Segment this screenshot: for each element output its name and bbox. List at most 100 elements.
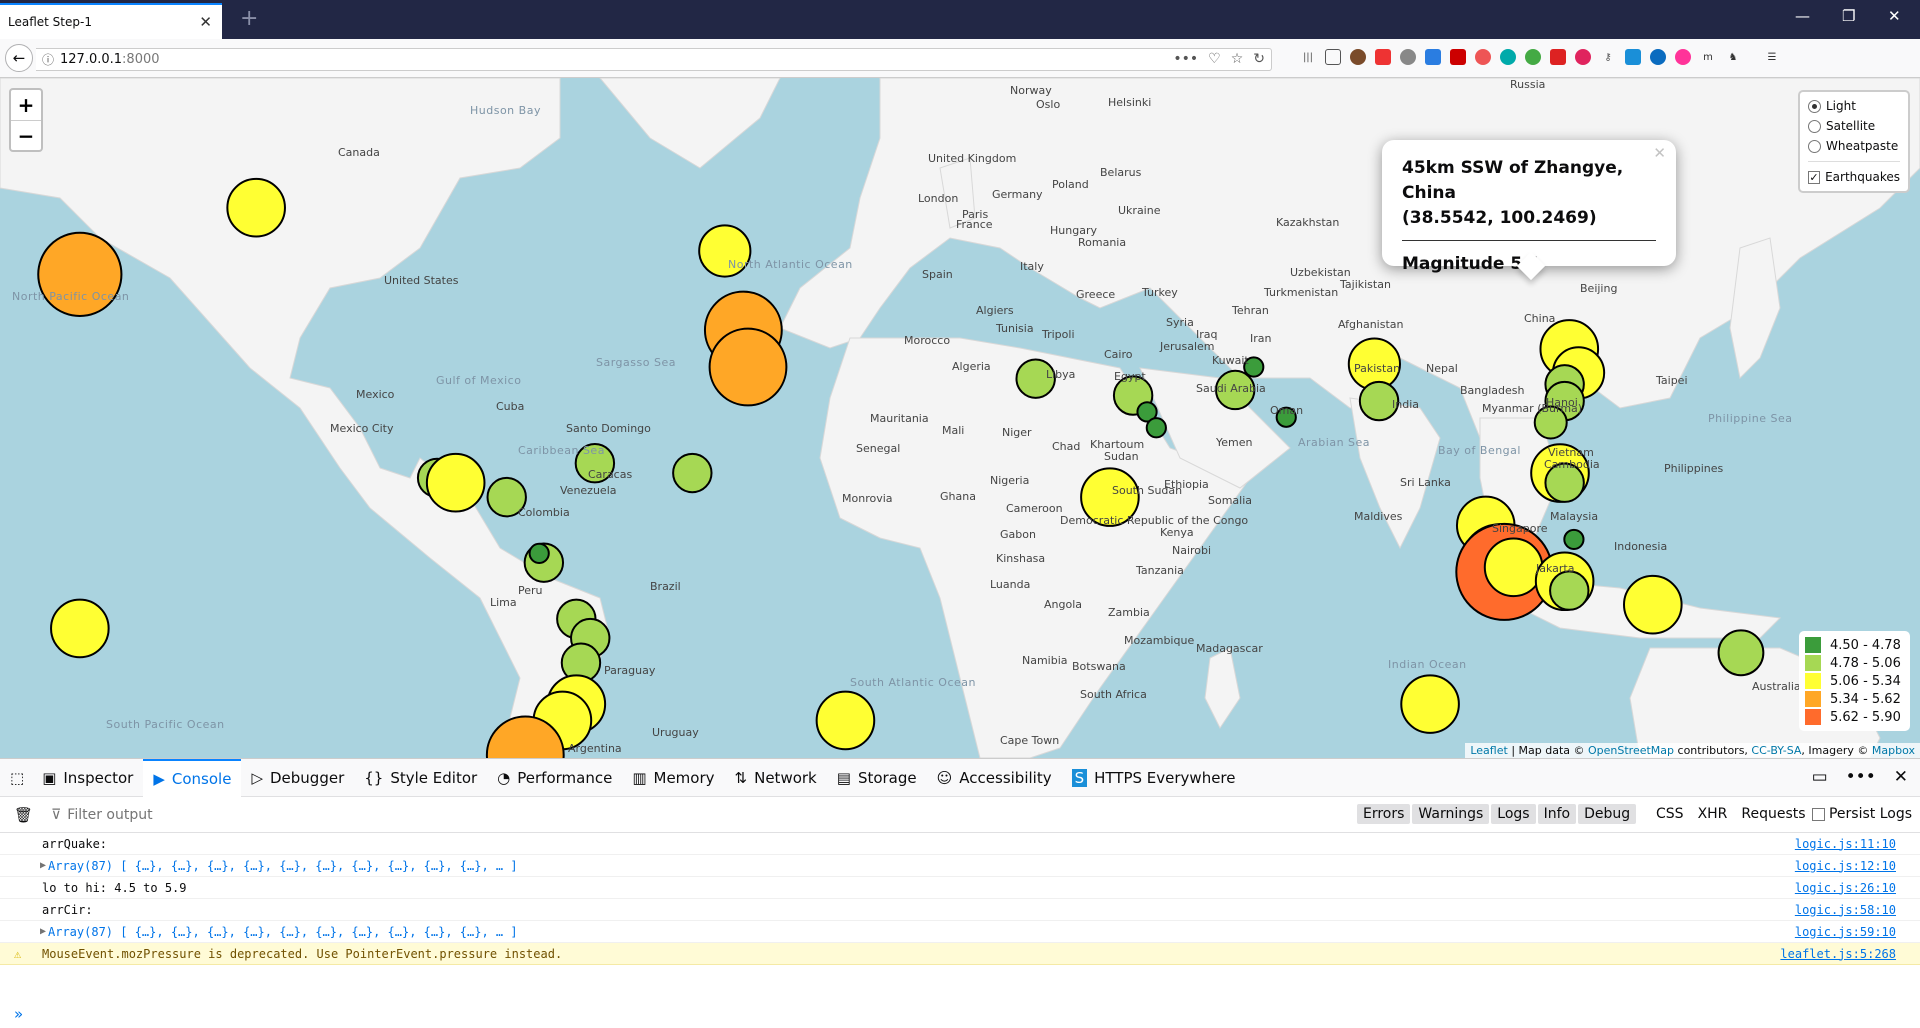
extension-icon[interactable] (1500, 49, 1516, 65)
bookmark-star-icon[interactable]: ☆ (1231, 51, 1244, 67)
license-link[interactable]: CC-BY-SA (1751, 744, 1801, 757)
filter-info-button[interactable]: Info (1537, 804, 1577, 824)
new-tab-icon[interactable]: + (240, 6, 258, 31)
tab-storage[interactable]: ▤ Storage (827, 759, 927, 797)
tab-performance[interactable]: ◔ Performance (487, 759, 622, 797)
extension-icon[interactable] (1575, 49, 1591, 65)
earthquake-marker[interactable] (1623, 574, 1683, 635)
source-link[interactable]: logic.js:26:10 (1795, 881, 1896, 895)
tab-memory[interactable]: ▥ Memory (622, 759, 724, 797)
extension-icon[interactable] (1650, 49, 1666, 65)
source-link[interactable]: logic.js:12:10 (1795, 859, 1896, 873)
layer-light-option[interactable]: Light (1808, 96, 1900, 116)
tab-accessibility[interactable]: ☺ Accessibility (927, 759, 1062, 797)
url-bar[interactable]: ⓘ 127.0.0.1:8000 ••• ♡ ☆ ↻ (36, 48, 1272, 71)
browser-tab[interactable]: Leaflet Step-1 ✕ (0, 3, 222, 39)
trash-icon[interactable]: 🗑 (14, 806, 33, 824)
earthquake-marker[interactable] (37, 231, 123, 318)
leaflet-link[interactable]: Leaflet (1470, 744, 1507, 757)
menu-icon[interactable]: ☰ (1764, 49, 1780, 65)
source-link[interactable]: logic.js:59:10 (1795, 925, 1896, 939)
pick-element-icon[interactable]: ⬚ (0, 759, 32, 797)
extension-icon[interactable] (1550, 49, 1566, 65)
persist-logs-toggle[interactable]: Persist Logs (1811, 806, 1912, 822)
filter-output-input[interactable] (67, 806, 468, 823)
radio-icon[interactable] (1808, 119, 1821, 133)
checkbox-icon[interactable] (1811, 807, 1825, 821)
account-icon[interactable] (1350, 49, 1366, 65)
extension-icon[interactable] (1450, 49, 1466, 65)
layer-wheatpaste-option[interactable]: Wheatpaste (1808, 136, 1900, 156)
key-icon[interactable]: ⚷ (1600, 49, 1616, 65)
osm-link[interactable]: OpenStreetMap (1588, 744, 1674, 757)
mapbox-link[interactable]: Mapbox (1872, 744, 1915, 757)
extension-icon[interactable]: ♞ (1725, 49, 1741, 65)
extension-icon[interactable] (1675, 49, 1691, 65)
filter-xhr-button[interactable]: XHR (1698, 806, 1728, 822)
info-icon[interactable]: ⓘ (42, 51, 54, 68)
layer-earthquakes-option[interactable]: ✓ Earthquakes (1808, 167, 1900, 187)
filter-logs-button[interactable]: Logs (1491, 804, 1536, 824)
leaflet-map[interactable]: Russia Norway Oslo Helsinki Hudson Bay Canada… (0, 78, 1920, 758)
extension-icon[interactable] (1525, 49, 1541, 65)
source-link[interactable]: logic.js:11:10 (1795, 837, 1896, 851)
earthquake-marker[interactable] (708, 327, 788, 407)
radio-selected-icon[interactable] (1808, 99, 1821, 113)
console-object[interactable]: Array(87) [ {…}, {…}, {…}, {…}, {…}, {…}… (48, 925, 518, 939)
earthquake-marker[interactable] (226, 177, 286, 238)
extension-icon[interactable]: m (1700, 49, 1716, 65)
earthquake-marker[interactable] (1549, 570, 1590, 611)
source-link[interactable]: leaflet.js:5:268 (1780, 947, 1896, 961)
library-icon[interactable]: ||| (1300, 49, 1316, 65)
minimize-icon[interactable]: — (1795, 7, 1810, 25)
console-prompt-icon[interactable]: » (14, 1005, 23, 1023)
extension-icon[interactable] (1425, 49, 1441, 65)
earthquake-marker[interactable] (425, 452, 486, 513)
tab-console[interactable]: ▶ Console (143, 758, 242, 797)
popup-close-icon[interactable]: ✕ (1653, 144, 1666, 162)
close-tab-icon[interactable]: ✕ (199, 13, 212, 31)
earthquake-marker[interactable] (528, 542, 550, 564)
expand-arrow-icon[interactable]: ▶ (40, 860, 46, 871)
close-devtools-icon[interactable]: ✕ (1894, 767, 1908, 787)
restore-icon[interactable]: ❐ (1842, 7, 1855, 25)
extension-icon[interactable] (1475, 49, 1491, 65)
close-window-icon[interactable]: ✕ (1888, 7, 1901, 25)
extension-icon[interactable] (1375, 49, 1391, 65)
tab-style-editor[interactable]: {} Style Editor (354, 759, 487, 797)
zoom-in-button[interactable]: + (11, 90, 41, 120)
checkbox-checked-icon[interactable]: ✓ (1808, 170, 1821, 184)
filter-debug-button[interactable]: Debug (1578, 804, 1637, 824)
filter-css-button[interactable]: CSS (1656, 806, 1684, 822)
back-arrow-icon[interactable]: ← (5, 44, 33, 72)
more-actions-icon[interactable]: ••• (1173, 51, 1198, 67)
filter-requests-button[interactable]: Requests (1741, 806, 1805, 822)
layer-satellite-option[interactable]: Satellite (1808, 116, 1900, 136)
source-link[interactable]: logic.js:58:10 (1795, 903, 1896, 917)
more-options-icon[interactable]: ••• (1846, 767, 1876, 787)
earthquake-marker[interactable] (1563, 528, 1585, 551)
earthquake-marker[interactable] (1400, 674, 1460, 734)
zoom-out-button[interactable]: − (11, 120, 41, 150)
tab-https-everywhere[interactable]: S HTTPS Everywhere (1062, 759, 1246, 797)
extension-icon[interactable] (1625, 49, 1641, 65)
radio-icon[interactable] (1808, 139, 1821, 153)
earthquake-marker[interactable] (1145, 417, 1167, 439)
earthquake-marker[interactable] (672, 452, 713, 494)
tab-inspector[interactable]: ▣ Inspector (32, 759, 143, 797)
earthquake-marker[interactable] (50, 598, 110, 659)
console-object[interactable]: Array(87) [ {…}, {…}, {…}, {…}, {…}, {…}… (48, 859, 518, 873)
expand-arrow-icon[interactable]: ▶ (40, 926, 46, 937)
pocket-icon[interactable]: ♡ (1208, 51, 1221, 67)
tab-debugger[interactable]: ▷ Debugger (241, 759, 354, 797)
earthquake-marker[interactable] (1717, 629, 1765, 677)
tab-network[interactable]: ⇅ Network (725, 759, 827, 797)
sidebar-icon[interactable] (1325, 49, 1341, 65)
filter-warnings-button[interactable]: Warnings (1412, 804, 1490, 824)
earthquake-marker[interactable] (1483, 537, 1544, 598)
filter-errors-button[interactable]: Errors (1357, 804, 1411, 824)
dock-icon[interactable]: ▭ (1812, 767, 1828, 787)
extension-icon[interactable] (1400, 49, 1416, 65)
reload-icon[interactable]: ↻ (1253, 51, 1265, 67)
earthquake-marker[interactable] (815, 690, 876, 751)
